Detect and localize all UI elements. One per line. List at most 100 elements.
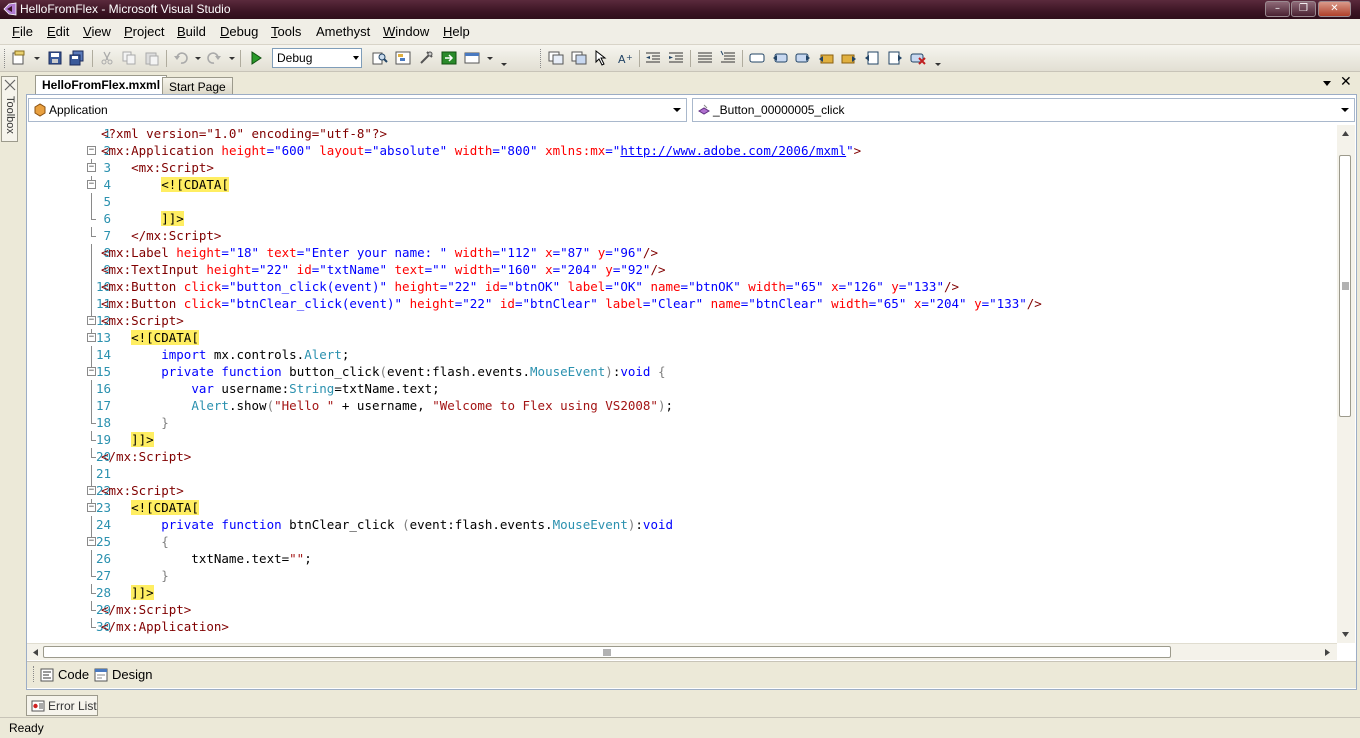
code-line[interactable]: 26 txtName.text=""; [27,550,1337,567]
menu-edit[interactable]: Edit [47,24,69,39]
next-bookmark-folder-icon[interactable] [841,50,857,66]
collapse-region-icon[interactable]: − [87,503,96,512]
code-line[interactable]: 21 [27,465,1337,482]
toolbar-options-icon[interactable] [935,63,941,66]
chevron-down-icon[interactable] [229,57,235,60]
previous-bookmark-icon[interactable] [772,50,788,66]
menu-project[interactable]: Project [124,24,164,39]
code-line[interactable]: 1 <?xml version="1.0" encoding="utf-8"?> [27,125,1337,142]
copy-icon[interactable] [121,50,137,66]
code-line[interactable]: 24 private function btnClear_click (even… [27,516,1337,533]
toolbar-options-icon[interactable] [501,63,507,66]
code-line[interactable]: 25− { [27,533,1337,550]
solution-explorer-icon[interactable] [395,50,411,66]
object-browser-icon[interactable] [441,50,457,66]
menu-file[interactable]: File [12,24,33,39]
error-list-tab[interactable]: Error List [26,695,98,716]
code-line[interactable]: 22− <mx:Script> [27,482,1337,499]
code-line[interactable]: 9 <mx:TextInput height="22" id="txtName" … [27,261,1337,278]
scroll-down-icon[interactable] [1341,630,1350,639]
font-size-icon[interactable]: A + [617,50,633,66]
code-line[interactable]: 30 </mx:Application> [27,618,1337,635]
tab-start-page[interactable]: Start Page [162,77,233,94]
code-line[interactable]: 12− <mx:Script> [27,312,1337,329]
code-line[interactable]: 27 } [27,567,1337,584]
solution-configuration-select[interactable]: Debug [272,48,362,68]
code-line[interactable]: 16 var username:String=txtName.text; [27,380,1337,397]
horizontal-scroll-thumb[interactable] [43,646,1171,658]
find-in-files-icon[interactable] [372,50,388,66]
toolbar-grip[interactable] [4,49,7,68]
menu-tools[interactable]: Tools [271,24,301,39]
minimize-button[interactable]: – [1265,1,1290,17]
active-files-dropdown-icon[interactable] [1322,78,1332,88]
menu-window[interactable]: Window [383,24,429,39]
code-line[interactable]: 18 } [27,414,1337,431]
code-line[interactable]: 7 </mx:Script> [27,227,1337,244]
menu-build[interactable]: Build [177,24,206,39]
close-window-button[interactable]: ✕ [1318,1,1351,17]
redo-icon[interactable] [206,50,222,66]
code-line[interactable]: 6 ]]> [27,210,1337,227]
scroll-left-icon[interactable] [31,648,40,657]
tab-helloflex-mxml[interactable]: HelloFromFlex.mxml [35,75,168,94]
code-line[interactable]: 29 </mx:Script> [27,601,1337,618]
collapse-region-icon[interactable]: − [87,367,96,376]
collapse-region-icon[interactable]: − [87,316,96,325]
collapse-region-icon[interactable]: − [87,163,96,172]
scroll-up-icon[interactable] [1341,129,1350,138]
code-line[interactable]: 28 ]]> [27,584,1337,601]
vertical-scrollbar[interactable] [1337,125,1355,643]
code-line[interactable]: 15− private function button_click(event:… [27,363,1337,380]
collapse-region-icon[interactable]: − [87,537,96,546]
close-document-icon[interactable]: ✕ [1340,74,1352,90]
code-line[interactable]: 14 import mx.controls.Alert; [27,346,1337,363]
code-line[interactable]: 13− <![CDATA[ [27,329,1337,346]
increase-indent-icon[interactable] [668,50,684,66]
code-line[interactable]: 8 <mx:Label height="18" text="Enter your … [27,244,1337,261]
scroll-right-icon[interactable] [1323,648,1332,657]
pointer-edit-icon[interactable] [594,50,610,66]
collapse-region-icon[interactable]: − [87,486,96,495]
toolbar-grip[interactable] [540,49,543,68]
clear-bookmarks-icon[interactable] [910,50,926,66]
chevron-down-icon[interactable] [34,57,40,60]
maximize-button[interactable]: ❐ [1291,1,1316,17]
code-line[interactable]: 19 ]]> [27,431,1337,448]
menu-view[interactable]: View [83,24,111,39]
horizontal-scrollbar[interactable] [27,643,1337,660]
save-icon[interactable] [47,50,63,66]
previous-bookmark-document-icon[interactable] [864,50,880,66]
collapse-region-icon[interactable]: − [87,333,96,342]
toolbox-window-icon[interactable] [464,50,480,66]
vertical-scroll-thumb[interactable] [1339,155,1351,417]
uncomment-lines-icon[interactable] [720,50,736,66]
properties-icon[interactable] [418,50,434,66]
code-line[interactable]: 11 <mx:Button click="btnClear_click(event… [27,295,1337,312]
type-navigation-combo[interactable]: Application [28,98,687,122]
new-project-icon[interactable] [11,50,27,66]
menu-help[interactable]: Help [443,24,470,39]
code-line[interactable]: 23− <![CDATA[ [27,499,1337,516]
menu-amethyst[interactable]: Amethyst [316,24,370,39]
code-line[interactable]: 4− <![CDATA[ [27,176,1337,193]
comment-lines-icon[interactable] [697,50,713,66]
chevron-down-icon[interactable] [195,57,201,60]
paste-icon[interactable] [144,50,160,66]
code-line[interactable]: 5 [27,193,1337,210]
menu-debug[interactable]: Debug [220,24,258,39]
format-icon[interactable] [548,50,564,66]
toolbox-tab[interactable]: Toolbox [1,76,18,142]
next-bookmark-icon[interactable] [795,50,811,66]
collapse-region-icon[interactable]: − [87,146,96,155]
undo-icon[interactable] [173,50,189,66]
bookmark-icon[interactable] [749,50,765,66]
previous-bookmark-folder-icon[interactable] [818,50,834,66]
save-all-icon[interactable] [69,50,85,66]
code-line[interactable]: 3− <mx:Script> [27,159,1337,176]
start-debugging-icon[interactable] [248,50,264,66]
code-editor[interactable]: 1 <?xml version="1.0" encoding="utf-8"?> 2… [27,125,1337,643]
code-line[interactable]: 10 <mx:Button click="button_click(event)"… [27,278,1337,295]
outline-icon[interactable] [571,50,587,66]
code-line[interactable]: 20 </mx:Script> [27,448,1337,465]
